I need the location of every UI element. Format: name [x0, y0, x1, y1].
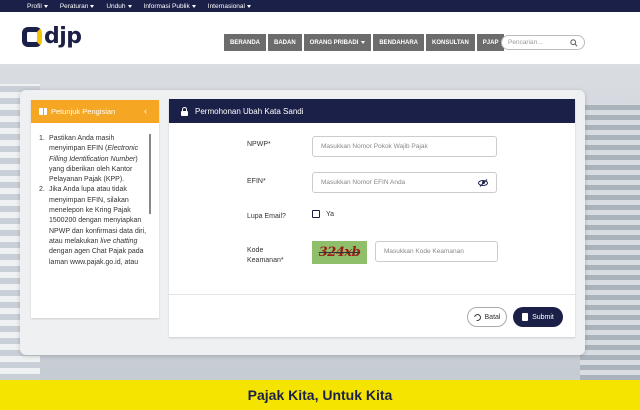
nav-label: BENDAHARA — [379, 39, 419, 46]
lupa-email-checkbox[interactable] — [312, 210, 320, 218]
nav-label: BADAN — [274, 39, 296, 46]
caret-down-icon — [127, 4, 132, 8]
captcha-image: 324xb — [312, 241, 367, 264]
logo-text: djp — [44, 24, 82, 49]
lupa-email-option-label: Ya — [326, 211, 335, 218]
guide-scrollbar[interactable] — [149, 134, 151, 214]
search-input[interactable] — [508, 39, 568, 46]
caret-down-icon — [90, 4, 95, 8]
nav-label: KONSULTAN — [432, 39, 469, 46]
nav-orang-pribadi[interactable]: ORANG PRIBADI — [303, 34, 372, 51]
nav-label: PJAP — [482, 39, 499, 46]
kode-label-line1: Kode — [247, 247, 264, 254]
logo-mark-icon — [22, 27, 42, 47]
topbar-item-unduh[interactable]: Unduh — [106, 2, 132, 10]
efin-label: EFIN* — [247, 178, 266, 185]
lock-icon — [181, 106, 188, 116]
kode-input[interactable] — [384, 248, 489, 255]
file-icon — [522, 313, 529, 321]
main-nav: BERANDA BADAN ORANG PRIBADI BENDAHARA KO… — [224, 34, 505, 51]
topbar-label: Unduh — [106, 2, 126, 10]
topbar-label: Internasional — [207, 2, 245, 10]
guide-item-number: 2. — [39, 186, 45, 194]
form-title: Permohonan Ubah Kata Sandi — [195, 106, 304, 116]
guide-card: Petunjuk Pengisian ‹ 1. Pastikan Anda ma… — [31, 100, 159, 318]
caret-down-icon — [361, 41, 366, 44]
top-bar: Profil Peraturan Unduh Informasi Publik … — [0, 0, 640, 12]
nav-badan[interactable]: BADAN — [268, 34, 302, 51]
guide-item-number: 1. — [39, 135, 45, 142]
guide-header: Petunjuk Pengisian ‹ — [31, 100, 159, 123]
nav-label: ORANG PRIBADI — [309, 39, 359, 46]
nav-label: BERANDA — [230, 39, 260, 46]
topbar-item-peraturan[interactable]: Peraturan — [60, 3, 95, 10]
efin-field-wrapper — [312, 172, 497, 193]
caret-down-icon — [191, 4, 196, 8]
form-header: Permohonan Ubah Kata Sandi — [169, 99, 575, 123]
guide-title: Petunjuk Pengisian — [51, 107, 116, 116]
nav-beranda[interactable]: BERANDA — [224, 34, 266, 51]
guide-item-text: Jika Anda lupa atau tidak menyimpan EFIN… — [49, 186, 147, 266]
topbar-label: Peraturan — [59, 2, 89, 10]
chevron-left-icon[interactable]: ‹ — [144, 106, 147, 116]
guide-item-text: Pastikan Anda masih menyimpan EFIN (Elec… — [49, 135, 139, 184]
search-icon[interactable] — [570, 38, 578, 47]
topbar-item-profil[interactable]: Profil — [27, 3, 48, 10]
topbar-label: Informasi Publik — [143, 2, 190, 10]
efin-input[interactable] — [321, 179, 478, 186]
guide-item: 1. Pastikan Anda masih menyimpan EFIN (E… — [39, 134, 151, 185]
batal-label: Batal — [484, 313, 501, 321]
kode-label-line2: Keamanan* — [247, 257, 284, 264]
npwp-label: NPWP* — [247, 141, 271, 148]
submit-label: Submit — [532, 313, 554, 321]
eye-slash-icon[interactable] — [478, 178, 488, 187]
topbar-item-internasional[interactable]: Internasional — [208, 3, 251, 10]
kode-field-wrapper — [375, 241, 498, 262]
book-icon — [39, 108, 47, 115]
site-header: djp BERANDA BADAN ORANG PRIBADI BENDAHAR… — [0, 12, 640, 64]
nav-bendahara[interactable]: BENDAHARA — [373, 34, 425, 51]
footer-banner: Pajak Kita, Untuk Kita — [0, 380, 640, 410]
topbar-item-informasi-publik[interactable]: Informasi Publik — [144, 3, 196, 10]
guide-item: 2. Jika Anda lupa atau tidak menyimpan E… — [39, 185, 151, 267]
submit-button[interactable]: Submit — [513, 307, 563, 327]
footer-tagline: Pajak Kita, Untuk Kita — [247, 387, 393, 403]
captcha-text: 324xb — [318, 245, 361, 260]
topbar-label: Profil — [27, 2, 42, 10]
caret-down-icon — [247, 4, 251, 8]
caret-down-icon — [43, 4, 48, 8]
npwp-input[interactable] — [321, 143, 488, 150]
form-card: Permohonan Ubah Kata Sandi NPWP* EFIN* L… — [169, 99, 575, 337]
lupa-email-label: Lupa Email? — [247, 213, 286, 220]
guide-body: 1. Pastikan Anda masih menyimpan EFIN (E… — [39, 134, 151, 312]
building-right-image — [580, 104, 640, 380]
npwp-field-wrapper — [312, 136, 497, 157]
form-divider — [169, 294, 575, 295]
search-box — [501, 35, 585, 50]
undo-icon — [472, 312, 482, 322]
djp-logo[interactable]: djp — [22, 24, 82, 49]
nav-konsultan[interactable]: KONSULTAN — [426, 34, 475, 51]
batal-button[interactable]: Batal — [467, 307, 507, 327]
